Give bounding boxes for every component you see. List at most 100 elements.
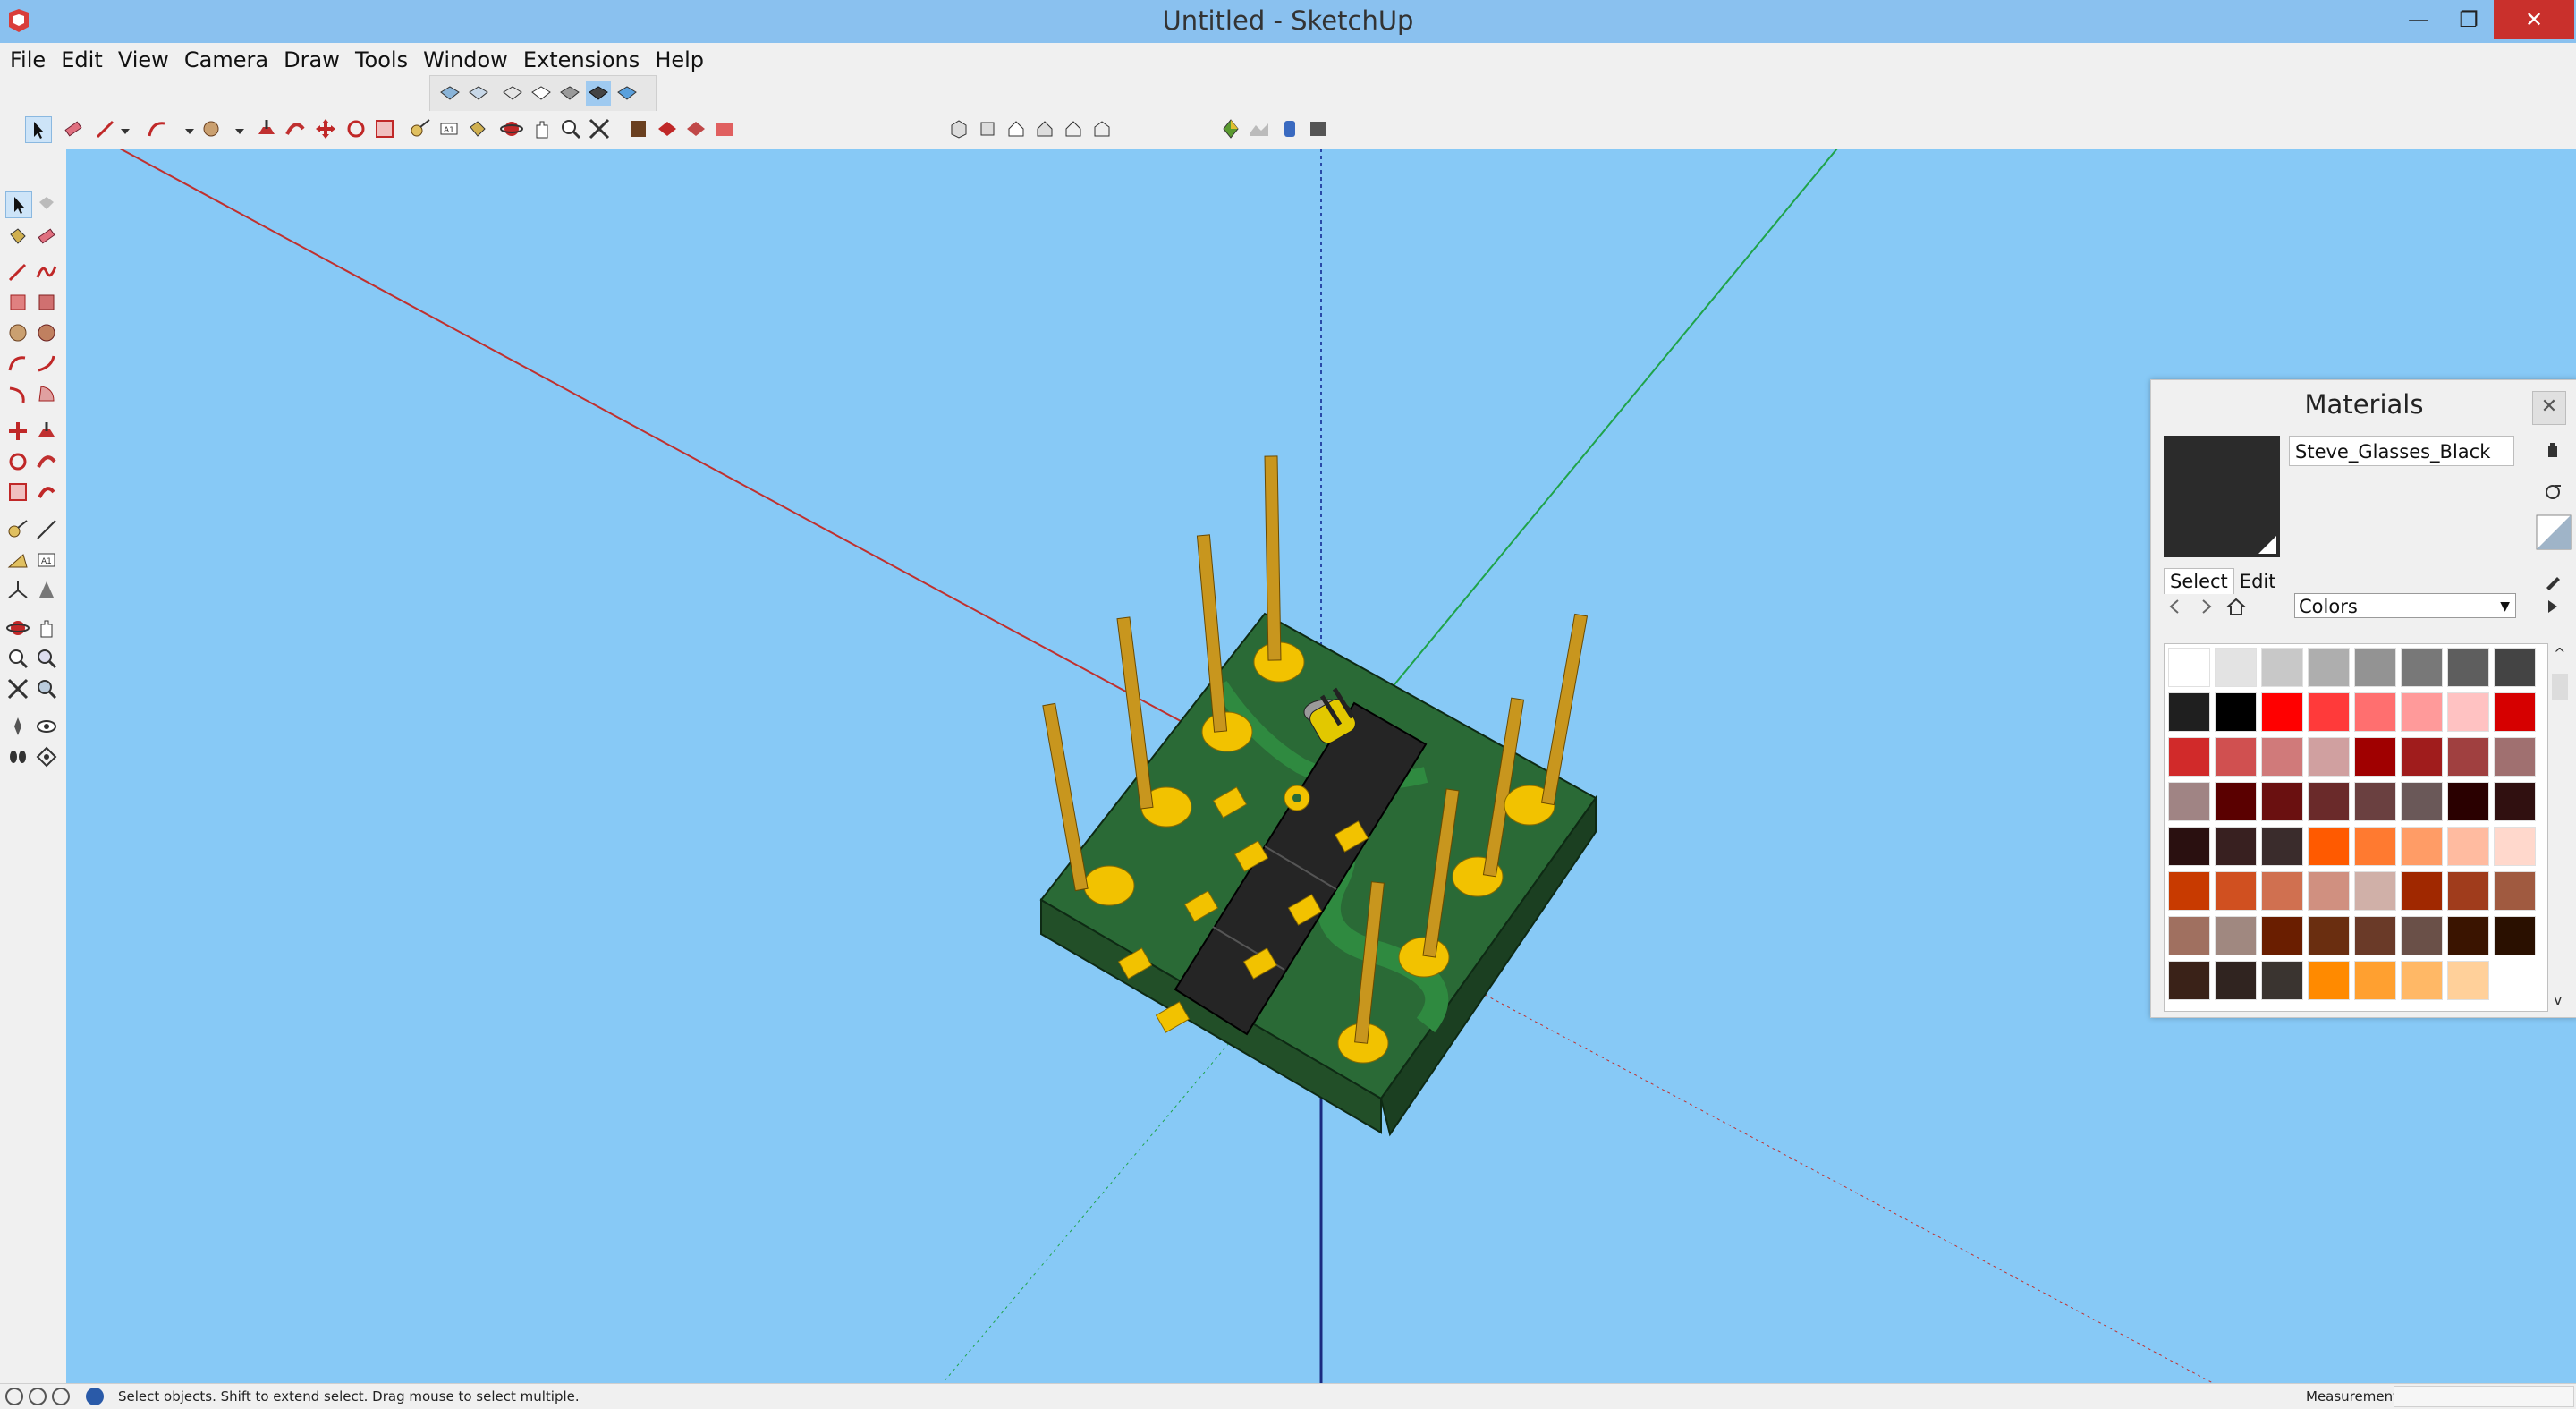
right-view-icon[interactable] xyxy=(1032,116,1057,141)
offset-tool-icon[interactable] xyxy=(34,480,59,505)
scroll-down-icon[interactable]: v xyxy=(2554,991,2562,1008)
orbit-tool-icon[interactable] xyxy=(5,615,30,641)
share-component-icon[interactable] xyxy=(683,116,708,141)
top-view-icon[interactable] xyxy=(975,116,1000,141)
credits-icon[interactable] xyxy=(29,1388,47,1405)
toggle-terrain-icon[interactable] xyxy=(1247,116,1272,141)
dimension-tool-icon[interactable] xyxy=(34,517,59,542)
back-view-icon[interactable] xyxy=(1061,116,1086,141)
dimension-tool-icon[interactable]: A1 xyxy=(436,116,462,141)
tape-measure-icon[interactable] xyxy=(5,517,30,542)
text-tool-icon[interactable]: A1 xyxy=(34,547,59,573)
walk-tool-icon[interactable] xyxy=(5,744,30,769)
rectangle-tool-icon[interactable] xyxy=(5,290,30,315)
color-swatch[interactable] xyxy=(2168,961,2210,1000)
follow-me-icon[interactable] xyxy=(34,449,59,474)
move-tool-icon[interactable] xyxy=(313,116,338,141)
menu-help[interactable]: Help xyxy=(649,45,709,75)
geolocation-icon[interactable] xyxy=(5,1388,23,1405)
color-swatch[interactable] xyxy=(2168,737,2210,777)
color-swatch[interactable] xyxy=(2308,692,2350,732)
color-swatch[interactable] xyxy=(2354,827,2396,866)
iso-view-icon[interactable] xyxy=(946,116,971,141)
sample-paint-icon[interactable] xyxy=(2541,570,2564,593)
user-icon[interactable] xyxy=(52,1388,70,1405)
move-tool-icon[interactable] xyxy=(5,419,30,444)
color-swatch[interactable] xyxy=(2401,648,2443,687)
color-swatch[interactable] xyxy=(2308,961,2350,1000)
color-swatch[interactable] xyxy=(2354,782,2396,821)
eraser-tool-icon[interactable] xyxy=(34,224,59,249)
two-point-arc-icon[interactable] xyxy=(34,351,59,376)
3d-text-icon[interactable] xyxy=(34,578,59,603)
freehand-tool-icon[interactable] xyxy=(34,259,59,284)
position-camera-icon[interactable] xyxy=(5,714,30,739)
shapes-tool-icon[interactable] xyxy=(199,116,224,141)
rotate-tool-icon[interactable] xyxy=(5,449,30,474)
color-swatch[interactable] xyxy=(2401,782,2443,821)
menu-draw[interactable]: Draw xyxy=(278,45,345,75)
material-name-field[interactable]: Steve_Glasses_Black xyxy=(2289,436,2514,466)
three-point-arc-icon[interactable] xyxy=(5,381,30,406)
tape-measure-icon[interactable] xyxy=(408,116,433,141)
polygon-tool-icon[interactable] xyxy=(34,320,59,345)
menu-edit[interactable]: Edit xyxy=(55,45,107,75)
share-model-icon[interactable] xyxy=(655,116,680,141)
line-tool-icon[interactable] xyxy=(5,259,30,284)
zoom-window-icon[interactable] xyxy=(34,646,59,671)
circle-tool-icon[interactable] xyxy=(5,320,30,345)
color-swatch[interactable] xyxy=(2215,692,2257,732)
monochrome-icon[interactable] xyxy=(614,81,640,106)
color-swatch[interactable] xyxy=(2447,827,2489,866)
previous-view-icon[interactable] xyxy=(34,676,59,701)
color-swatch[interactable] xyxy=(2215,827,2257,866)
zoom-extents-icon[interactable] xyxy=(5,676,30,701)
color-swatch[interactable] xyxy=(2494,871,2536,911)
color-swatch[interactable] xyxy=(2354,692,2396,732)
paint-bucket-icon[interactable] xyxy=(5,224,30,249)
menu-camera[interactable]: Camera xyxy=(179,45,274,75)
color-swatch[interactable] xyxy=(2494,827,2536,866)
color-swatch[interactable] xyxy=(2447,916,2489,955)
left-view-icon[interactable] xyxy=(1089,116,1114,141)
section-plane-icon[interactable] xyxy=(34,744,59,769)
color-swatch[interactable] xyxy=(2401,916,2443,955)
color-swatch[interactable] xyxy=(2261,961,2303,1000)
wireframe-icon[interactable] xyxy=(500,81,525,106)
color-swatch[interactable] xyxy=(2168,648,2210,687)
color-swatch[interactable] xyxy=(2215,916,2257,955)
scale-tool-icon[interactable] xyxy=(372,116,397,141)
scale-tool-icon[interactable] xyxy=(5,480,30,505)
menu-file[interactable]: File xyxy=(4,45,51,75)
color-swatch[interactable] xyxy=(2494,782,2536,821)
display-secondary-icon[interactable] xyxy=(2541,439,2564,463)
preview-in-earth-icon[interactable] xyxy=(1306,116,1331,141)
color-swatch[interactable] xyxy=(2261,648,2303,687)
color-swatch[interactable] xyxy=(2354,737,2396,777)
color-swatch[interactable] xyxy=(2215,737,2257,777)
color-swatch[interactable] xyxy=(2261,782,2303,821)
make-component-icon[interactable] xyxy=(34,191,59,216)
color-swatch[interactable] xyxy=(2215,648,2257,687)
color-swatch[interactable] xyxy=(2494,692,2536,732)
scroll-thumb[interactable] xyxy=(2552,674,2568,700)
color-swatch[interactable] xyxy=(2168,916,2210,955)
color-swatch[interactable] xyxy=(2494,916,2536,955)
pan-tool-icon[interactable] xyxy=(34,615,59,641)
pan-tool-icon[interactable] xyxy=(530,116,555,141)
extension-warehouse-icon[interactable] xyxy=(712,116,737,141)
color-swatch[interactable] xyxy=(2215,871,2257,911)
tab-edit[interactable]: Edit xyxy=(2234,569,2282,594)
tab-select[interactable]: Select xyxy=(2164,568,2234,594)
create-material-icon[interactable] xyxy=(2541,480,2564,504)
follow-me-icon[interactable] xyxy=(283,116,308,141)
measurements-field[interactable] xyxy=(2394,1386,2574,1407)
add-location-icon[interactable] xyxy=(1218,116,1243,141)
default-material-icon[interactable] xyxy=(2536,514,2572,550)
collection-dropdown[interactable]: Colors ▼ xyxy=(2294,593,2516,618)
chevron-down-icon[interactable] xyxy=(113,120,130,145)
back-edges-icon[interactable] xyxy=(466,81,491,106)
color-swatch[interactable] xyxy=(2215,961,2257,1000)
zoom-tool-icon[interactable] xyxy=(5,646,30,671)
scroll-up-icon[interactable]: ^ xyxy=(2554,645,2565,662)
